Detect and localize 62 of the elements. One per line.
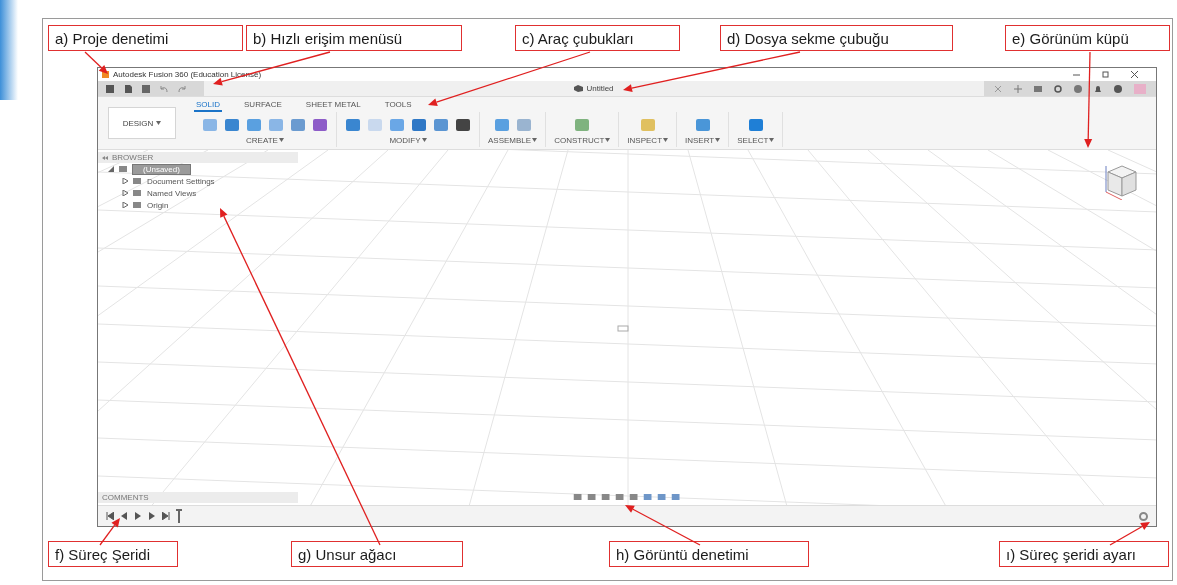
tool-group-menu[interactable]: INSERT [685,135,721,145]
caret-icon [715,138,721,142]
collapse-icon[interactable] [102,155,108,160]
annotation-label: c) Araç çubukları [515,25,680,51]
caret-icon [605,138,611,142]
ribbon-tab[interactable]: TOOLS [382,99,414,112]
expanded-triangle-icon[interactable] [108,166,114,172]
plus-icon[interactable] [1014,84,1022,93]
panel-title: COMMENTS [102,493,149,502]
redo-icon[interactable] [178,84,186,93]
tool-icon[interactable] [312,116,328,133]
clock-icon[interactable] [1054,84,1062,93]
minimize-icon[interactable] [1073,71,1080,78]
annotation-arrow [1109,522,1150,546]
annotation-label: b) Hızlı erişim menüsü [246,25,462,51]
close-icon[interactable] [1131,71,1138,78]
panel-title: BROWSER [112,153,154,162]
annotation-label: d) Dosya sekme çubuğu [720,25,953,51]
tree-item[interactable]: Document Settings [146,175,216,187]
skip-end-icon[interactable] [162,512,170,520]
document-tab[interactable]: Untitled [574,84,614,93]
step-forward-icon[interactable] [148,512,156,520]
annotation-label: e) Görünüm küpü [1005,25,1170,51]
ribbon-tab[interactable]: SOLID [194,99,222,112]
caret-icon [421,138,427,142]
tool-group-menu[interactable]: SELECT [737,135,775,145]
caret-icon [278,138,284,142]
file-icon[interactable] [124,84,132,93]
settings-icon[interactable] [1139,511,1148,521]
caret-icon [156,121,162,125]
tool-icon[interactable] [411,116,427,133]
tool-group-menu[interactable]: CONSTRUCT [554,135,611,145]
tool-group-menu[interactable]: CREATE [246,135,284,145]
undo-icon[interactable] [160,84,168,93]
annotation-label: ı) Süreç şeridi ayarı [999,541,1169,567]
caret-icon [663,138,669,142]
annotation-arrow [99,518,120,546]
restore-icon[interactable] [1102,71,1109,78]
annotation-label: f) Süreç Şeridi [48,541,178,567]
annotation-label: a) Proje denetimi [48,25,243,51]
tool-group-menu[interactable]: ASSEMBLE [488,135,538,145]
cube-icon [574,85,584,92]
annotation-arrow [84,51,108,74]
step-back-icon[interactable] [120,512,128,520]
tool-icon[interactable] [455,116,471,133]
skip-start-icon[interactable] [106,512,114,520]
timeline-marker-icon[interactable] [176,509,182,523]
caret-icon [769,138,775,142]
tool-group-menu[interactable]: MODIFY [389,135,427,145]
bell-icon[interactable] [1094,84,1102,93]
play-icon[interactable] [134,512,142,520]
ribbon-tab[interactable]: SURFACE [242,99,284,112]
annotation-label: g) Unsur ağacı [291,541,463,567]
tree-item[interactable]: Named Views [146,187,198,199]
tool-group-menu[interactable]: INSPECT [627,135,669,145]
annotation-label: h) Görüntü denetimi [609,541,809,567]
ribbon-tab[interactable]: SHEET METAL [303,99,363,112]
tool-icon[interactable] [747,116,764,133]
caret-icon [532,138,538,142]
tree-item[interactable]: Origin [146,199,170,211]
workspace-dropdown[interactable]: DESIGN [108,107,176,139]
document-title: Untitled [586,84,614,93]
